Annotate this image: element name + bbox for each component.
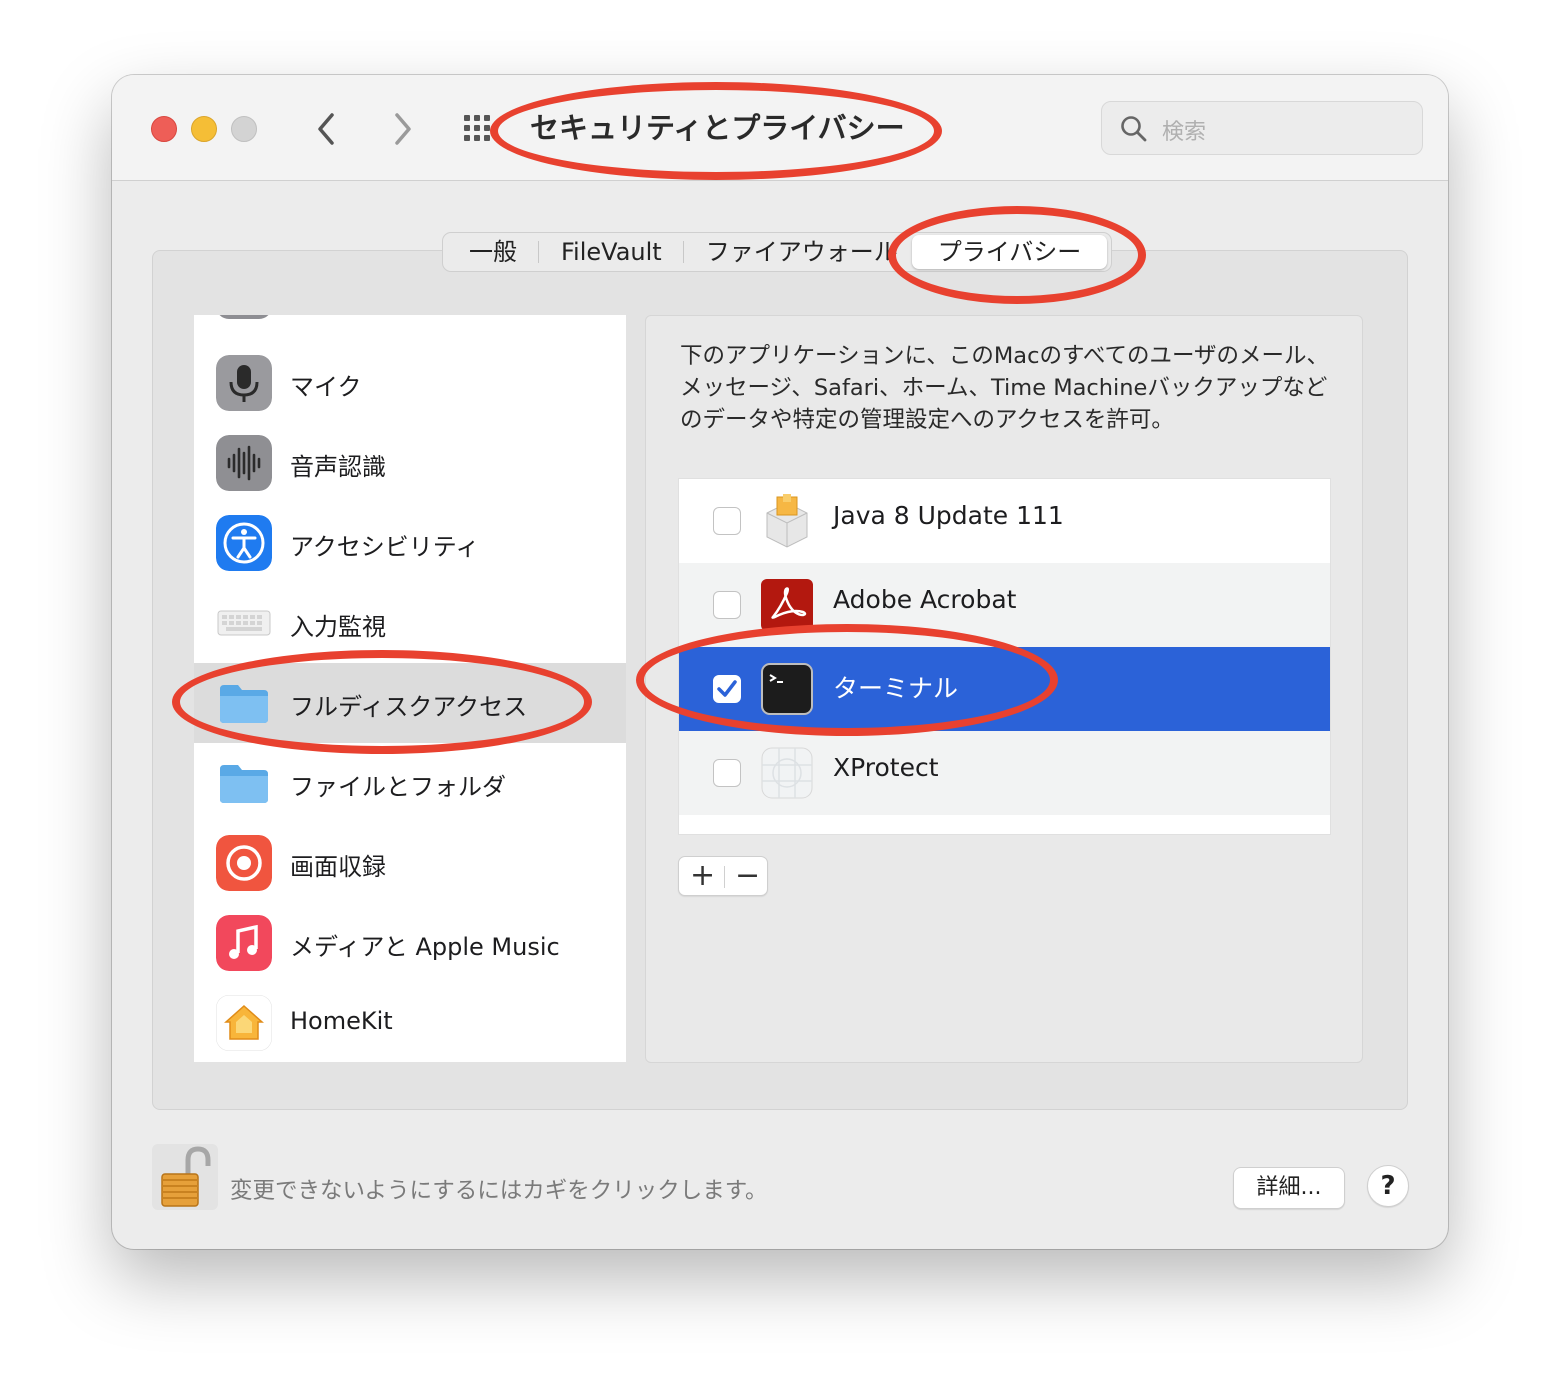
tab-filevault[interactable]: FileVault [539, 235, 684, 269]
tab-bar: 一般 FileVault ファイアウォール プライバシー [442, 232, 1113, 272]
java-installer-icon [766, 494, 808, 548]
tab-privacy[interactable]: プライバシー [911, 235, 1108, 269]
sidebar-item-homekit[interactable]: HomeKit [194, 983, 626, 1062]
sidebar-item-label: 音声認識 [290, 453, 386, 481]
sidebar-item-label: マイク [290, 373, 362, 401]
back-button[interactable] [312, 111, 342, 147]
folder-icon [220, 685, 268, 723]
help-button[interactable]: ? [1367, 1165, 1409, 1207]
checkmark-icon [717, 680, 737, 697]
tab-general[interactable]: 一般 [447, 235, 539, 269]
app-icon-partial [759, 829, 815, 835]
description-text: 下のアプリケーションに、このMacのすべてのユーザのメール、メッセージ、Safa… [680, 343, 1330, 433]
advanced-button[interactable]: 詳細... [1233, 1167, 1345, 1209]
sidebar-item-speech-recognition[interactable]: 音声認識 [194, 423, 626, 503]
screen-record-icon [216, 835, 272, 891]
app-name: Java 8 Update 111 [833, 501, 1064, 530]
lock-button[interactable] [152, 1144, 218, 1210]
sidebar-item-label: アクセシビリティ [290, 533, 480, 561]
adobe-acrobat-icon [761, 579, 813, 631]
app-checkbox[interactable] [713, 759, 741, 787]
sidebar-item-files-and-folders[interactable]: ファイルとフォルダ [194, 743, 626, 823]
divider [724, 866, 725, 888]
sidebar-item-label: ファイルとフォルダ [290, 773, 506, 801]
terminal-icon [761, 663, 813, 715]
lock-instruction-text: 変更できないようにするにはカギをクリックします。 [230, 1178, 768, 1204]
privacy-category-list[interactable]: マイク 音声認識 アクセシビリティ 入力監視 フルディスクアクセス ファイルとフ… [194, 315, 626, 1062]
zoom-window-button[interactable] [231, 116, 257, 142]
app-name: XProtect [833, 753, 939, 782]
folder-icon [220, 765, 268, 803]
microphone-icon [216, 355, 272, 411]
show-all-grid-icon[interactable] [464, 115, 490, 141]
waveform-icon [216, 435, 272, 491]
unlocked-padlock-icon [161, 1146, 211, 1207]
sidebar-item-microphone[interactable]: マイク [194, 343, 626, 423]
add-remove-control: + − [678, 856, 768, 896]
app-row-adobe-acrobat[interactable]: Adobe Acrobat [679, 563, 1330, 647]
full-disk-access-panel: 下のアプリケーションに、このMacのすべてのユーザのメール、メッセージ、Safa… [645, 315, 1363, 1063]
sidebar-item-label: HomeKit [290, 1007, 393, 1035]
app-list[interactable]: Java 8 Update 111 Adobe Acrobat ターミナル XP… [678, 478, 1331, 835]
add-app-button[interactable]: + [690, 859, 715, 893]
home-icon [216, 995, 272, 1051]
sidebar-item-input-monitoring[interactable]: 入力監視 [194, 583, 626, 663]
app-name: Adobe Acrobat [833, 585, 1017, 614]
list-item-partial [194, 315, 626, 331]
remove-app-button[interactable]: − [735, 859, 760, 893]
search-field[interactable]: 検索 [1101, 101, 1423, 155]
close-window-button[interactable] [151, 116, 177, 142]
preferences-window: セキュリティとプライバシー 検索 一般 FileVault ファイアウォール プ… [112, 75, 1448, 1249]
sidebar-item-full-disk-access[interactable]: フルディスクアクセス [194, 663, 626, 743]
camera-icon [216, 315, 272, 319]
tab-firewall[interactable]: ファイアウォール [684, 235, 906, 269]
music-icon [216, 915, 272, 971]
keyboard-icon [217, 610, 271, 636]
minimize-window-button[interactable] [191, 116, 217, 142]
sidebar-item-label: 画面収録 [290, 853, 386, 881]
app-row-terminal[interactable]: ターミナル [679, 647, 1330, 731]
app-checkbox[interactable] [713, 591, 741, 619]
app-row-xprotect[interactable]: XProtect [679, 731, 1330, 815]
sidebar-item-accessibility[interactable]: アクセシビリティ [194, 503, 626, 583]
sidebar-item-label: フルディスクアクセス [290, 693, 528, 721]
chevron-left-icon [318, 113, 334, 145]
sidebar-item-label: 入力監視 [290, 613, 386, 641]
forward-button[interactable] [387, 111, 417, 147]
search-icon [1121, 116, 1147, 142]
title-bar: セキュリティとプライバシー 検索 [112, 75, 1448, 181]
xprotect-icon [761, 747, 813, 799]
app-name: ターミナル [833, 674, 959, 703]
accessibility-icon [216, 515, 272, 571]
sidebar-item-label: メディアと Apple Music [290, 933, 560, 961]
sidebar-item-media-apple-music[interactable]: メディアと Apple Music [194, 903, 626, 983]
app-checkbox[interactable] [713, 507, 741, 535]
search-placeholder: 検索 [1162, 120, 1207, 145]
chevron-right-icon [395, 113, 411, 145]
app-row-java[interactable]: Java 8 Update 111 [679, 479, 1330, 563]
app-checkbox[interactable] [713, 675, 741, 703]
app-row-partial [679, 815, 1330, 835]
sidebar-item-screen-recording[interactable]: 画面収録 [194, 823, 626, 903]
window-title: セキュリティとプライバシー [530, 111, 905, 145]
